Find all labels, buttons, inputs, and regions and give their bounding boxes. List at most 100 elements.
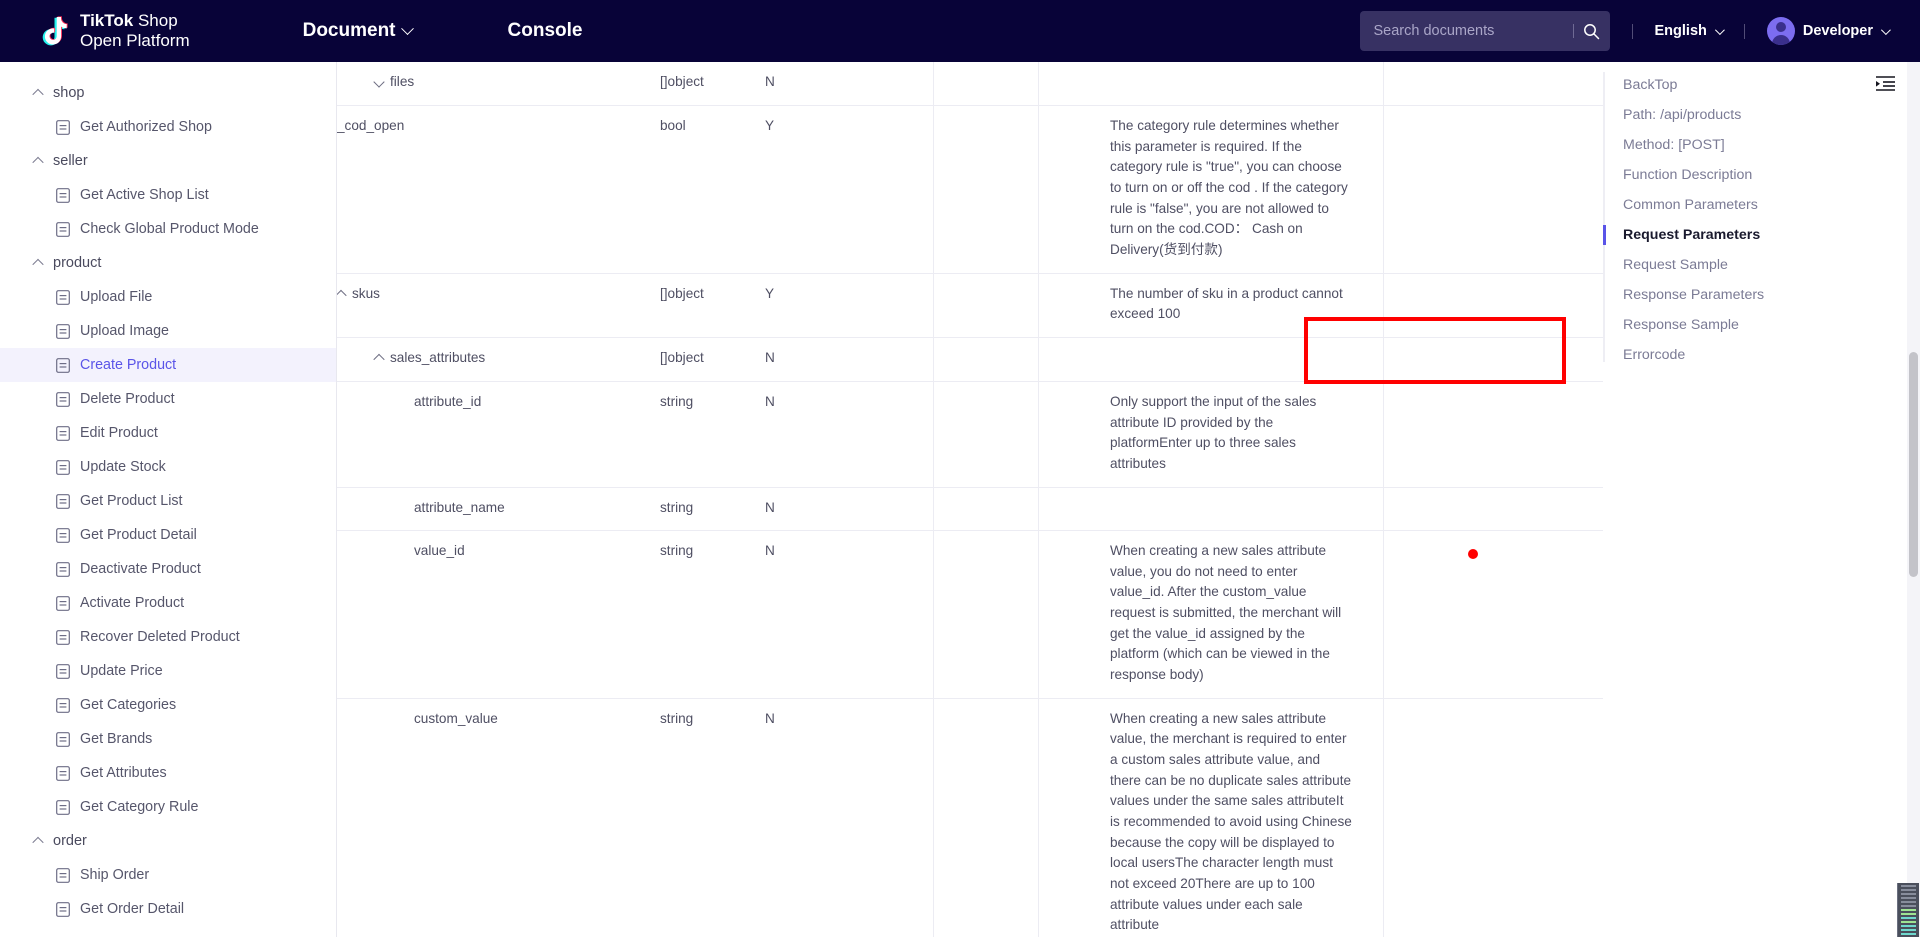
- toc-item-common-parameters[interactable]: Common Parameters: [1603, 190, 1920, 220]
- minimap-line: [1901, 897, 1916, 899]
- sidebar-item-label: Get Category Rule: [80, 799, 199, 815]
- brand-shop-word: Shop: [133, 11, 178, 31]
- sidebar-item-upload-file[interactable]: Upload File: [0, 280, 336, 314]
- sidebar-item-get-category-rule[interactable]: Get Category Rule: [0, 790, 336, 824]
- toc-item-response-sample[interactable]: Response Sample: [1603, 310, 1920, 340]
- param-required-cell: N: [765, 393, 775, 409]
- sidebar-item-get-product-list[interactable]: Get Product List: [0, 484, 336, 518]
- param-type-cell: bool: [660, 117, 686, 133]
- user-menu[interactable]: Developer: [1766, 17, 1891, 45]
- sidebar-item-deactivate-product[interactable]: Deactivate Product: [0, 552, 336, 586]
- param-description-cell: Only support the input of the sales attr…: [1110, 393, 1317, 471]
- brand-logo[interactable]: TikTok Shop Open Platform: [40, 11, 190, 51]
- sidebar-item-update-stock[interactable]: Update Stock: [0, 450, 336, 484]
- sidebar-item-get-order-detail[interactable]: Get Order Detail: [0, 892, 336, 926]
- sidebar-item-label: Upload Image: [80, 323, 170, 339]
- param-required-cell: N: [765, 499, 775, 515]
- page-scrollbar-thumb[interactable]: [1909, 352, 1918, 577]
- toc-item-path-api-products[interactable]: Path: /api/products: [1603, 100, 1920, 130]
- minimap-line: [1901, 901, 1916, 903]
- document-icon: [56, 391, 70, 407]
- document-icon: [56, 357, 70, 373]
- document-icon: [56, 765, 70, 781]
- sidebar-item-get-brands[interactable]: Get Brands: [0, 722, 336, 756]
- brand-tiktok-word: TikTok: [80, 11, 134, 31]
- nav-item-document[interactable]: Document: [303, 20, 414, 42]
- sidebar-item-delete-product[interactable]: Delete Product: [0, 382, 336, 416]
- sidebar-item-get-product-detail[interactable]: Get Product Detail: [0, 518, 336, 552]
- sidebar-item-get-attributes[interactable]: Get Attributes: [0, 756, 336, 790]
- param-name: sales_attributes: [390, 349, 486, 365]
- sidebar-item-get-authorized-shop[interactable]: Get Authorized Shop: [0, 110, 336, 144]
- toc-item-request-parameters[interactable]: Request Parameters: [1603, 220, 1920, 250]
- chevron-up-icon: [32, 156, 44, 169]
- nav-item-console[interactable]: Console: [508, 20, 583, 42]
- outline-list-icon[interactable]: [1876, 76, 1895, 91]
- sidebar-item-upload-image[interactable]: Upload Image: [0, 314, 336, 348]
- document-icon: [56, 493, 70, 509]
- sidebar-group-order[interactable]: order: [0, 824, 336, 858]
- table-row: files []object N: [337, 62, 1603, 106]
- param-description-cell: When creating a new sales attribute valu…: [1110, 710, 1352, 933]
- toc-item-response-parameters[interactable]: Response Parameters: [1603, 280, 1920, 310]
- minimap-line: [1901, 933, 1916, 935]
- page-scrollbar-track[interactable]: [1907, 62, 1920, 937]
- toc-item-request-sample[interactable]: Request Sample: [1603, 250, 1920, 280]
- search-icon[interactable]: [1583, 23, 1600, 40]
- sidebar-item-label: Get Brands: [80, 731, 153, 747]
- sidebar-item-get-active-shop-list[interactable]: Get Active Shop List: [0, 178, 336, 212]
- search-input[interactable]: Search documents: [1359, 11, 1610, 51]
- nav-item-console-label: Console: [507, 20, 583, 41]
- chevron-up-icon[interactable]: [373, 353, 385, 366]
- minimap-line: [1901, 889, 1916, 891]
- header-right-controls: Search documents English Developer: [1359, 11, 1891, 51]
- language-selector[interactable]: English: [1655, 23, 1725, 39]
- param-description-cell: The category rule determines whether thi…: [1110, 117, 1348, 257]
- sidebar-item-label: Get Authorized Shop: [80, 119, 212, 135]
- request-parameters-table: files []object N _cod_open bool Y The category…: [337, 62, 1603, 937]
- param-type-cell: string: [660, 710, 694, 726]
- sidebar-item-recover-deleted-product[interactable]: Recover Deleted Product: [0, 620, 336, 654]
- document-icon: [56, 629, 70, 645]
- chevron-up-icon: [32, 258, 44, 271]
- sidebar-item-ship-order[interactable]: Ship Order: [0, 858, 336, 892]
- sidebar-item-label: Get Product Detail: [80, 527, 197, 543]
- param-name: custom_value: [414, 710, 498, 726]
- sidebar-item-get-categories[interactable]: Get Categories: [0, 688, 336, 722]
- param-description-cell: When creating a new sales attribute valu…: [1110, 543, 1342, 683]
- document-icon: [56, 119, 70, 135]
- code-minimap[interactable]: [1897, 883, 1919, 937]
- sidebar-item-label: Deactivate Product: [80, 561, 201, 577]
- chevron-down-icon: [1880, 24, 1891, 35]
- sidebar-group-shop[interactable]: shop: [0, 76, 336, 110]
- minimap-line: [1901, 921, 1916, 923]
- param-name: attribute_id: [414, 393, 482, 409]
- toc-item-function-description[interactable]: Function Description: [1603, 160, 1920, 190]
- user-label: Developer: [1802, 23, 1873, 39]
- param-name-cell: custom_value: [337, 699, 660, 937]
- param-type-cell: string: [660, 543, 694, 559]
- toc-item-errorcode[interactable]: Errorcode: [1603, 340, 1920, 370]
- table-col-divider-1: [933, 62, 934, 937]
- sidebar-item-edit-product[interactable]: Edit Product: [0, 416, 336, 450]
- minimap-line: [1901, 905, 1916, 907]
- toc-item-backtop[interactable]: BackTop: [1603, 70, 1920, 100]
- sidebar-item-create-product[interactable]: Create Product: [0, 348, 336, 382]
- sidebar-item-activate-product[interactable]: Activate Product: [0, 586, 336, 620]
- toc-item-method-post[interactable]: Method: [POST]: [1603, 130, 1920, 160]
- param-name-cell: _cod_open: [337, 106, 660, 273]
- param-description-cell: The number of sku in a product cannot ex…: [1110, 285, 1343, 322]
- sidebar-item-update-price[interactable]: Update Price: [0, 654, 336, 688]
- sidebar-group-product[interactable]: product: [0, 246, 336, 280]
- minimap-line: [1901, 909, 1916, 911]
- minimap-line: [1901, 885, 1916, 887]
- sidebar-nav[interactable]: shop Get Authorized Shop seller Get Active …: [0, 62, 337, 937]
- sidebar-item-label: Edit Product: [80, 425, 158, 441]
- sidebar-group-seller[interactable]: seller: [0, 144, 336, 178]
- param-name: value_id: [414, 543, 465, 559]
- page-body: shop Get Authorized Shop seller Get Active …: [0, 62, 1920, 937]
- chevron-down-icon: [400, 21, 414, 35]
- chevron-up-icon[interactable]: [337, 289, 347, 301]
- sidebar-item-check-global-product-mode[interactable]: Check Global Product Mode: [0, 212, 336, 246]
- chevron-down-icon[interactable]: [373, 76, 385, 88]
